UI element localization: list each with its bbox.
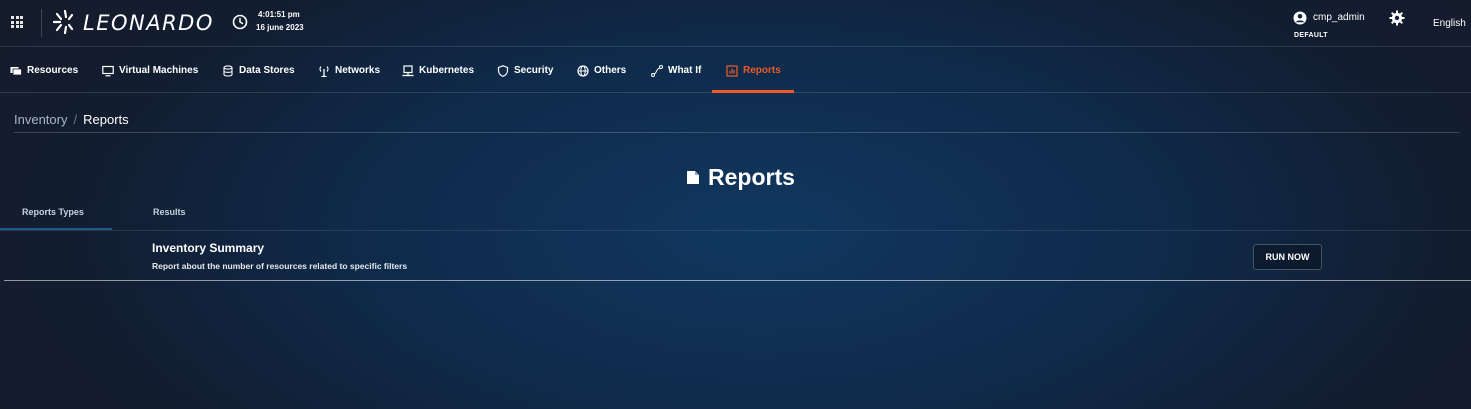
document-icon [687,171,699,184]
kubernetes-icon [402,64,414,76]
nav-item-networks[interactable]: Networks [318,48,380,93]
nav-label: What If [668,65,702,76]
nav-item-others[interactable]: Others [577,48,626,93]
nav-item-reports[interactable]: Reports [726,48,781,93]
nav-label: Reports [743,65,781,76]
nav-label: Kubernetes [419,65,475,76]
nav-label: Virtual Machines [119,65,199,76]
clock-icon [232,14,248,30]
user-role: DEFAULT [1294,32,1328,39]
nav-label: Networks [335,65,381,76]
leonardo-logo-icon [53,9,74,35]
user-name[interactable]: cmp_admin [1313,12,1365,23]
header-divider [41,9,42,37]
breadcrumb-divider [14,132,1460,133]
breadcrumb-inventory[interactable]: Inventory [14,112,67,127]
apps-grid-icon[interactable] [11,16,23,28]
row-divider [4,280,1471,281]
user-avatar-icon[interactable] [1293,11,1307,25]
page-title-text: Reports [708,164,795,190]
tab-results[interactable]: Results [153,207,186,217]
monitor-icon [102,65,114,76]
report-title: Inventory Summary [152,241,265,255]
nav-item-data-stores[interactable]: Data Stores [222,48,295,93]
nav-item-kubernetes[interactable]: Kubernetes [402,48,474,93]
nav-item-security[interactable]: Security [497,48,553,93]
tab-divider [0,230,1471,231]
active-tab-indicator [712,90,794,93]
top-bar: LEONARDO 4:01:51 pm 16 june 2023 cmp_adm… [0,0,1471,47]
run-now-button[interactable]: RUN NOW [1253,244,1322,270]
gear-icon[interactable] [1389,10,1405,26]
nav-item-what-if[interactable]: What If [651,48,701,93]
nav-label: Data Stores [239,65,295,76]
antenna-icon [319,65,329,77]
main-nav: Resources Virtual Machines Data Stores N… [0,48,1471,93]
page-title: Reports [686,164,795,191]
nav-item-resources[interactable]: Resources [10,48,78,93]
breadcrumb: Inventory / Reports [14,112,129,127]
clock-time: 4:01:51 pm [258,10,300,19]
nav-label: Others [594,65,627,76]
breadcrumb-separator: / [73,112,78,127]
nav-label: Security [514,65,554,76]
route-icon [651,64,663,77]
resources-icon [10,66,22,75]
report-icon [726,64,738,77]
breadcrumb-current: Reports [83,112,129,127]
nav-label: Resources [27,65,79,76]
nav-item-virtual-machines[interactable]: Virtual Machines [102,48,198,93]
language-selector[interactable]: English [1433,18,1466,29]
shield-icon [497,64,509,77]
tab-reports-types[interactable]: Reports Types [22,207,84,217]
brand-logo-text: LEONARDO [83,11,214,35]
database-icon [223,64,233,77]
globe-icon [577,64,589,77]
report-description: Report about the number of resources rel… [152,261,408,271]
clock-date: 16 june 2023 [256,23,304,32]
